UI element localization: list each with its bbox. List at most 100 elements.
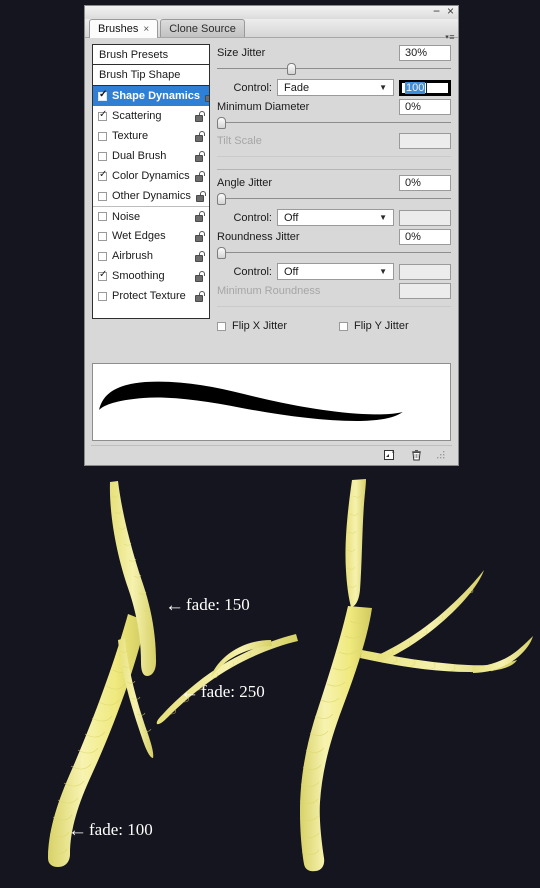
slider-thumb[interactable] [217,247,226,259]
flip-x-checkbox-box[interactable] [217,321,226,331]
slider-track [217,252,451,253]
minimum-diameter-value[interactable]: 0% [399,98,451,115]
panel-titlebar: − × [85,5,458,19]
sidebar-item-brush-tip-shape[interactable]: Brush Tip Shape [93,65,209,86]
lock-icon[interactable] [195,130,206,142]
minimum-diameter-label: Minimum Diameter [217,100,310,113]
roundness-control-label: Control: [233,265,272,278]
minimize-icon[interactable]: − [433,5,440,17]
lock-icon[interactable] [195,150,206,162]
preview-stroke-path [99,381,403,421]
annotation-fade-100-label: fade: 100 [89,820,153,839]
branch-right-trunk [299,606,372,872]
size-jitter-value[interactable]: 30% [399,44,451,61]
flip-y-jitter-checkbox[interactable]: Flip Y Jitter [339,320,409,332]
tilt-scale-row: Tilt Scale [217,132,451,149]
close-icon[interactable]: × [447,5,454,17]
minimum-roundness-label: Minimum Roundness [217,284,321,297]
brush-stroke-preview [92,363,451,441]
sidebar-item-scattering[interactable]: Scattering [93,106,209,126]
texture-checkbox[interactable] [98,131,107,141]
minimum-roundness-slider [217,300,451,314]
tilt-scale-value [399,132,451,149]
slider-track [217,156,451,157]
size-jitter-slider[interactable] [217,62,451,76]
angle-control-label: Control: [233,211,272,224]
other-dynamics-checkbox[interactable] [98,191,107,201]
panel-footer [91,445,452,465]
sidebar-item-texture[interactable]: Texture [93,126,209,146]
panel-menu-button[interactable]: ▾ ≡ [445,32,454,42]
dual-brush-checkbox[interactable] [98,151,107,161]
branch-right-top [345,479,366,607]
fade-steps-input[interactable]: 100 [399,79,451,96]
lock-icon[interactable] [195,110,206,122]
protect-texture-label: Protect Texture [112,290,186,302]
color-dynamics-checkbox[interactable] [98,169,107,181]
flip-y-checkbox-box[interactable] [339,321,348,331]
scattering-checkbox[interactable] [98,109,107,121]
tab-close-icon[interactable]: × [143,24,149,35]
airbrush-checkbox[interactable] [98,251,107,261]
size-control-select[interactable]: Fade ▼ [277,79,394,96]
lock-icon[interactable] [205,91,209,102]
sidebar-item-brush-presets[interactable]: Brush Presets [92,44,210,65]
slider-thumb[interactable] [217,193,226,205]
size-control-value: Fade [284,81,310,94]
sidebar-item-protect-texture[interactable]: Protect Texture [93,286,209,306]
sidebar-item-other-dynamics[interactable]: Other Dynamics [93,186,209,206]
options-sidebar: Brush Presets Brush Tip Shape Shape Dyna… [92,44,210,359]
sidebar-item-dual-brush[interactable]: Dual Brush [93,146,209,166]
sidebar-item-smoothing[interactable]: Smoothing [93,266,209,286]
angle-jitter-value[interactable]: 0% [399,174,451,191]
texture-label: Texture [112,130,149,142]
protect-texture-checkbox[interactable] [98,291,107,301]
wet-edges-checkbox[interactable] [98,231,107,241]
tab-clone-source[interactable]: Clone Source [160,19,245,37]
flip-y-jitter-label: Flip Y Jitter [354,320,409,332]
roundness-jitter-slider[interactable] [217,246,451,260]
lock-icon[interactable] [195,230,206,242]
annotation-fade-250: ← fade: 250 [180,682,265,702]
sidebar-item-shape-dynamics[interactable]: Shape Dynamics [93,86,209,106]
minimum-diameter-row: Minimum Diameter 0% [217,98,451,115]
resize-grip-icon[interactable] [437,451,446,460]
angle-control-row: Control: Off ▼ [217,208,451,227]
roundness-jitter-value[interactable]: 0% [399,228,451,245]
wet-edges-label: Wet Edges [112,230,166,242]
sidebar-item-noise[interactable]: Noise [93,206,209,226]
sidebar-item-wet-edges[interactable]: Wet Edges [93,226,209,246]
roundness-control-select[interactable]: Off ▼ [277,263,394,280]
new-brush-icon[interactable] [383,449,396,462]
lock-icon[interactable] [195,250,206,262]
flip-x-jitter-checkbox[interactable]: Flip X Jitter [217,320,339,332]
lock-icon[interactable] [195,270,206,282]
roundness-control-sidebox [399,263,451,280]
angle-control-value: Off [284,211,299,224]
angle-control-select[interactable]: Off ▼ [277,209,394,226]
slider-thumb[interactable] [217,117,226,129]
shape-dynamics-checkbox[interactable] [98,89,107,101]
lock-icon[interactable] [195,170,206,182]
tab-brushes[interactable]: Brushes × [89,19,159,38]
chevron-down-icon: ▼ [379,213,387,222]
panel-tabstrip: Brushes × Clone Source ▾ ≡ [85,19,458,42]
airbrush-label: Airbrush [112,250,153,262]
lock-icon[interactable] [195,211,206,222]
minimum-diameter-slider[interactable] [217,116,451,130]
trash-icon[interactable] [410,449,423,462]
sidebar-item-airbrush[interactable]: Airbrush [93,246,209,266]
chevron-down-icon: ▾ [445,34,449,41]
smoothing-checkbox[interactable] [98,269,107,281]
noise-label: Noise [112,210,141,223]
lock-icon[interactable] [195,290,206,302]
slider-thumb[interactable] [287,63,297,75]
brushes-panel: − × Brushes × Clone Source ▾ ≡ Brush Pre… [84,5,459,466]
sidebar-item-color-dynamics[interactable]: Color Dynamics [93,166,209,186]
size-control-label: Control: [233,81,272,94]
hamburger-icon: ≡ [449,32,454,42]
lock-icon[interactable] [195,190,207,202]
angle-jitter-label: Angle Jitter [217,176,273,189]
noise-checkbox[interactable] [98,212,107,221]
angle-jitter-slider[interactable] [217,192,451,206]
